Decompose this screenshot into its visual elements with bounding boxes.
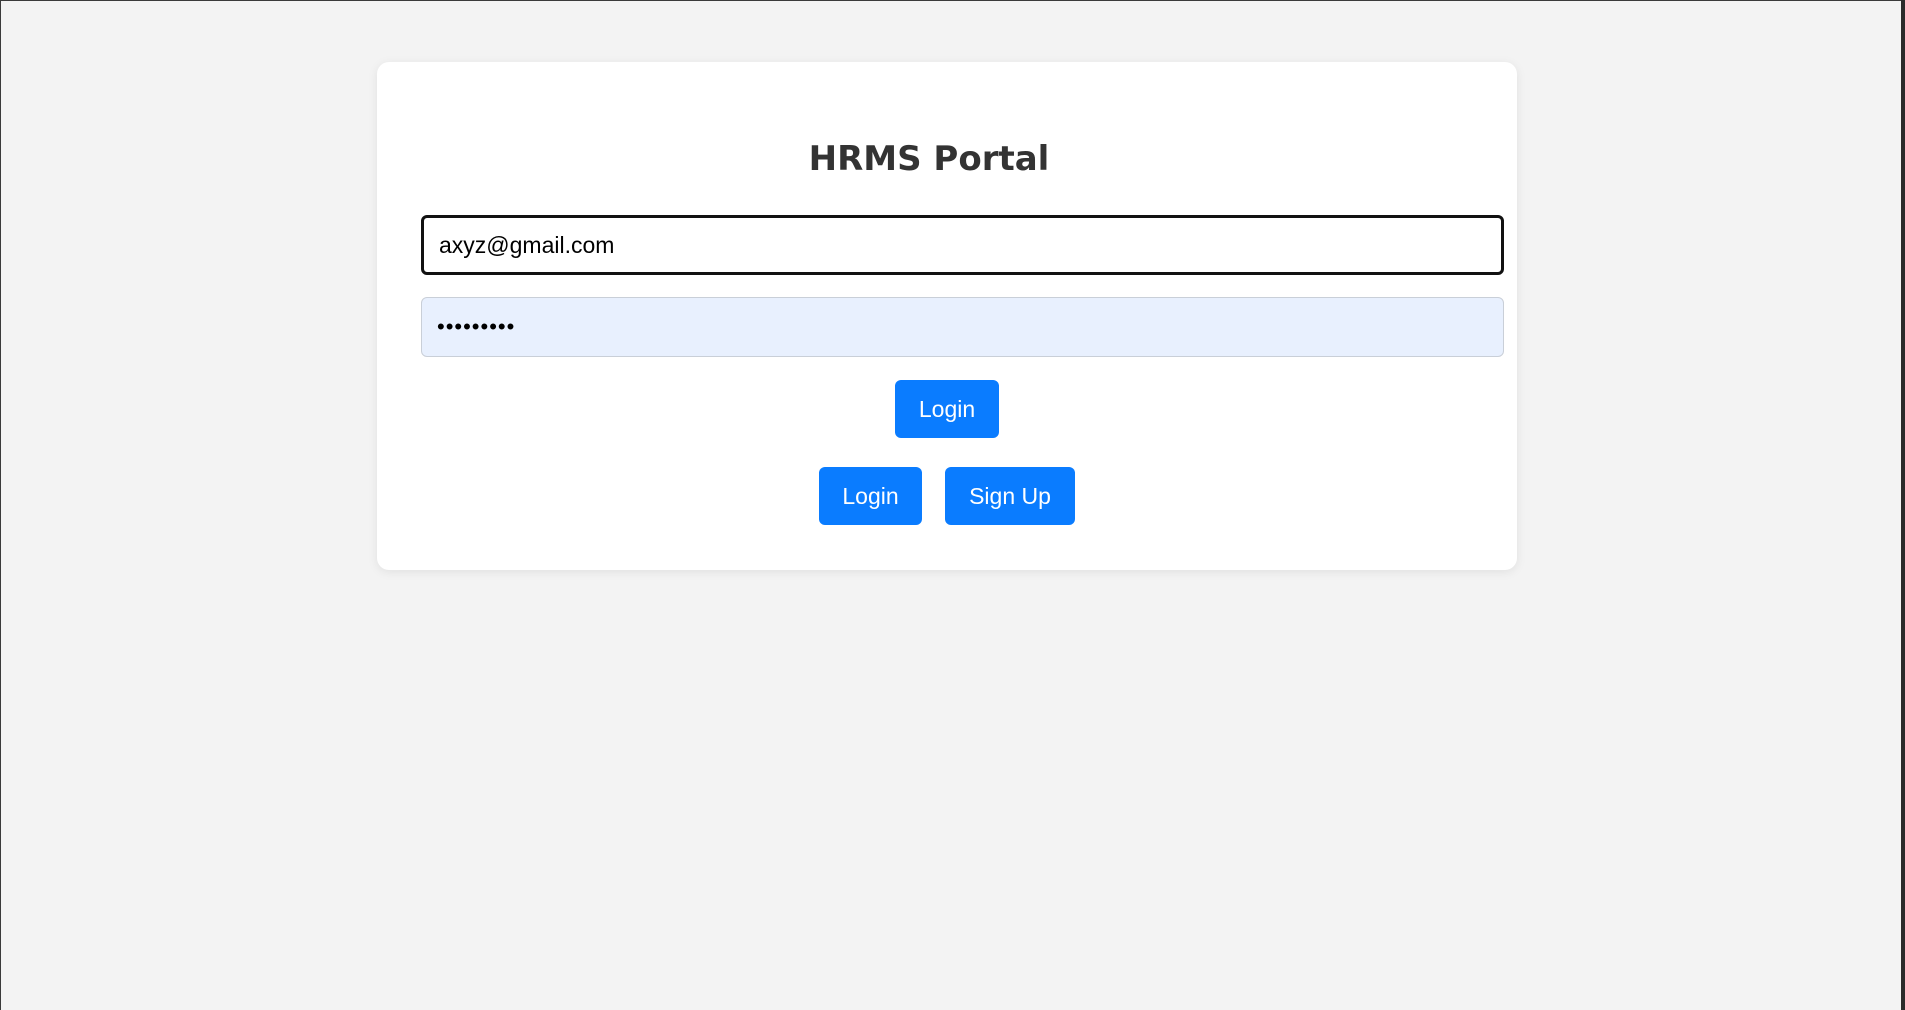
page-title: HRMS Portal bbox=[808, 139, 1050, 179]
login-nav-button[interactable]: Login bbox=[819, 467, 922, 525]
browser-viewport: HRMS Portal Login Login Sign Up bbox=[0, 0, 1902, 1010]
signup-button[interactable]: Sign Up bbox=[945, 467, 1075, 525]
password-field[interactable] bbox=[421, 297, 1504, 357]
login-card: HRMS Portal Login Login Sign Up bbox=[377, 62, 1517, 570]
window-edge bbox=[1901, 0, 1905, 1010]
login-button[interactable]: Login bbox=[895, 380, 999, 438]
email-field[interactable] bbox=[421, 215, 1504, 275]
